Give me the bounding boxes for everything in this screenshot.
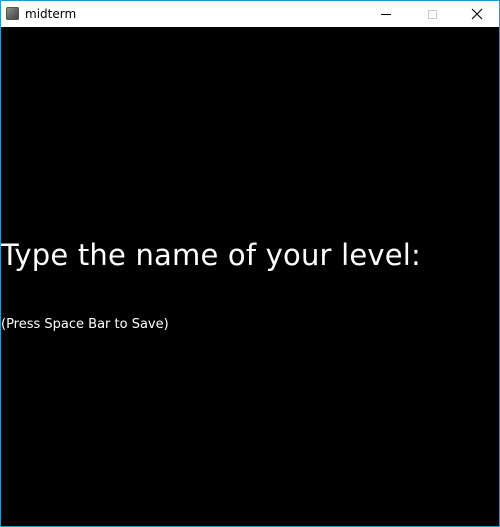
title-bar[interactable]: midterm xyxy=(1,1,499,27)
minimize-button[interactable] xyxy=(363,1,409,27)
save-hint: (Press Space Bar to Save) xyxy=(1,317,169,332)
maximize-icon xyxy=(427,9,437,19)
window-title: midterm xyxy=(25,7,77,21)
app-window: midterm Type the name of your level: (Pr… xyxy=(0,0,500,527)
minimize-icon xyxy=(381,13,391,15)
app-icon[interactable] xyxy=(6,7,19,20)
game-canvas[interactable]: Type the name of your level: (Press Spac… xyxy=(1,27,499,526)
close-button[interactable] xyxy=(454,1,499,27)
maximize-button[interactable] xyxy=(409,1,455,27)
close-icon xyxy=(471,8,483,20)
level-name-prompt: Type the name of your level: xyxy=(1,238,422,272)
